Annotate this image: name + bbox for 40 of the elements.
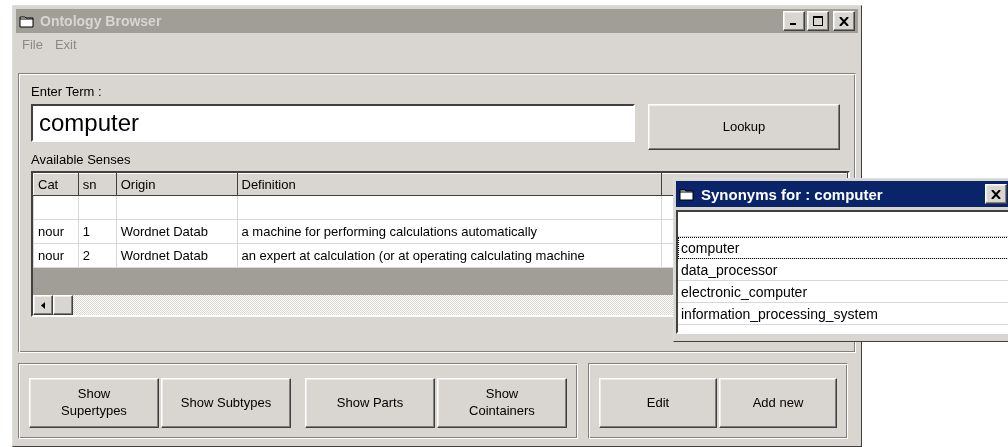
- folder-icon: [679, 187, 695, 201]
- term-field[interactable]: computer: [31, 104, 635, 142]
- action-button[interactable]: Edit: [599, 378, 717, 428]
- table-cell: Wordnet Datab: [116, 243, 237, 268]
- lookup-button[interactable]: Lookup: [648, 104, 840, 150]
- list-item[interactable]: electronic_computer: [678, 281, 1008, 303]
- list-item[interactable]: information_processing_system: [678, 303, 1008, 325]
- section-label: Available Senses: [31, 152, 132, 167]
- column-header[interactable]: Definition: [237, 173, 662, 196]
- column-header[interactable]: sn: [78, 173, 117, 196]
- window-title: Ontology Browser: [40, 13, 163, 29]
- scroll-left-button[interactable]: [33, 295, 53, 315]
- left-arrow-icon: [41, 301, 45, 309]
- table-cell: nour: [33, 243, 79, 268]
- maximize-button[interactable]: [807, 11, 829, 31]
- table-cell: a machine for performing calculations automatically: [237, 219, 662, 244]
- table-cell: 1: [78, 219, 117, 244]
- table-cell: an expert at calculation (or at operating calculating machine: [237, 243, 662, 268]
- action-button[interactable]: Show Supertypes: [29, 378, 159, 428]
- folder-icon: [19, 14, 35, 28]
- close-icon: [991, 189, 1001, 199]
- action-button[interactable]: Show Parts: [305, 378, 435, 428]
- field-label: Enter Term :: [31, 84, 103, 99]
- list-item[interactable]: computer: [678, 237, 1008, 259]
- list-item[interactable]: data_processor: [678, 259, 1008, 281]
- window-title: Synonyms for : computer: [701, 185, 884, 203]
- action-button[interactable]: Add new: [719, 378, 837, 428]
- table-cell: Wordnet Datab: [116, 219, 237, 244]
- maximize-icon: [813, 16, 823, 26]
- close-button[interactable]: [833, 11, 855, 31]
- close-icon: [839, 16, 849, 26]
- scroll-thumb[interactable]: [53, 295, 73, 315]
- action-button[interactable]: Show Cointainers: [437, 378, 567, 428]
- column-header[interactable]: Origin: [116, 173, 237, 196]
- action-button[interactable]: Show Subtypes: [161, 378, 291, 428]
- table-cell: 2: [78, 243, 117, 268]
- table-cell: nour: [33, 219, 79, 244]
- close-button[interactable]: [985, 184, 1007, 204]
- column-header[interactable]: Cat: [33, 173, 79, 196]
- minimize-button[interactable]: [783, 11, 805, 31]
